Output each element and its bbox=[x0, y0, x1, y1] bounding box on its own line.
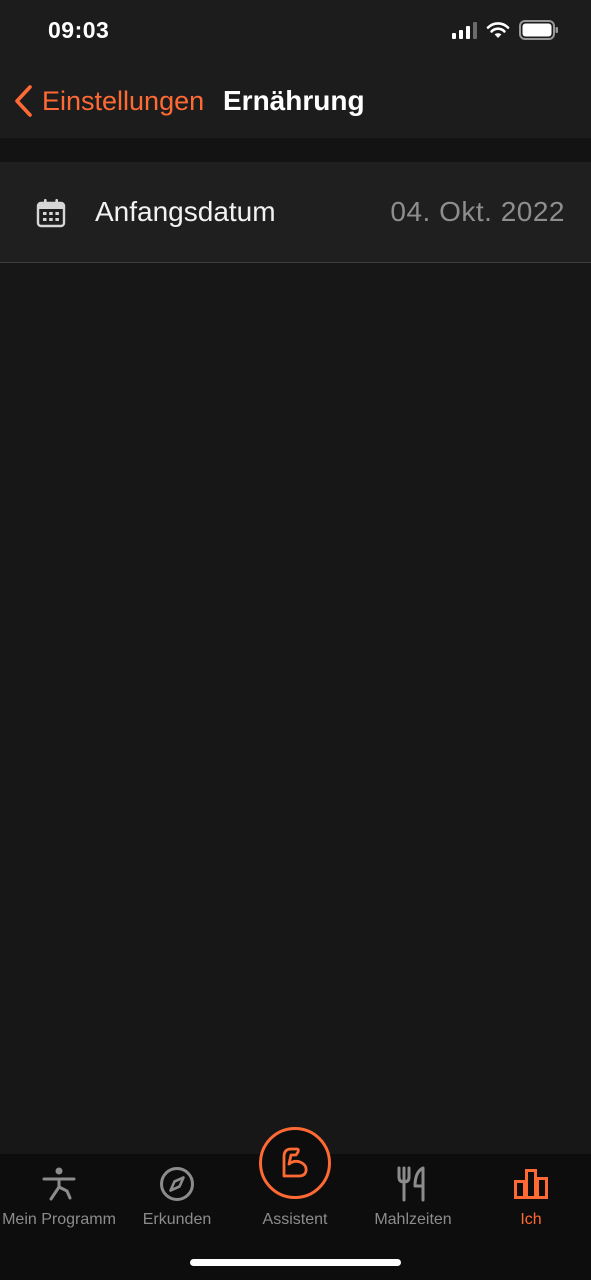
tab-label: Assistent bbox=[262, 1211, 328, 1228]
wifi-icon bbox=[486, 22, 510, 38]
tab-label: Mein Programm bbox=[2, 1211, 116, 1228]
tab-mahlzeiten[interactable]: Mahlzeiten bbox=[354, 1154, 472, 1244]
tab-assistent[interactable]: Assistent bbox=[236, 1127, 354, 1244]
page-title: Ernährung bbox=[223, 85, 365, 116]
calendar-icon bbox=[36, 199, 66, 228]
fork-knife-icon bbox=[397, 1166, 425, 1202]
navigation-bar: Einstellungen Ernährung bbox=[0, 64, 591, 138]
status-bar: 09:03 bbox=[0, 0, 591, 64]
section-spacer bbox=[0, 138, 591, 162]
flexed-arm-icon bbox=[282, 1147, 308, 1178]
chevron-left-icon bbox=[15, 85, 32, 117]
status-icons bbox=[452, 20, 559, 40]
bar-chart-icon bbox=[514, 1169, 548, 1199]
compass-icon bbox=[160, 1167, 194, 1201]
back-label: Einstellungen bbox=[42, 85, 205, 116]
tab-label: Ich bbox=[520, 1211, 542, 1228]
tab-erkunden[interactable]: Erkunden bbox=[118, 1154, 236, 1244]
home-indicator[interactable] bbox=[190, 1259, 401, 1266]
tab-label: Mahlzeiten bbox=[374, 1211, 452, 1228]
status-time: 09:03 bbox=[48, 17, 110, 43]
start-date-row[interactable]: Anfangsdatum 04. Okt. 2022 bbox=[0, 162, 591, 263]
tab-ich[interactable]: Ich bbox=[472, 1154, 590, 1244]
tab-label: Erkunden bbox=[142, 1211, 212, 1228]
cellular-signal-icon bbox=[452, 21, 477, 39]
back-button[interactable]: Einstellungen bbox=[12, 84, 204, 118]
exercise-person-icon bbox=[42, 1167, 76, 1201]
start-date-label: Anfangsdatum bbox=[95, 196, 276, 227]
assistant-button[interactable] bbox=[259, 1127, 331, 1199]
start-date-value: 04. Okt. 2022 bbox=[390, 196, 565, 227]
tab-mein-programm[interactable]: Mein Programm bbox=[0, 1154, 118, 1244]
battery-icon bbox=[519, 20, 558, 40]
